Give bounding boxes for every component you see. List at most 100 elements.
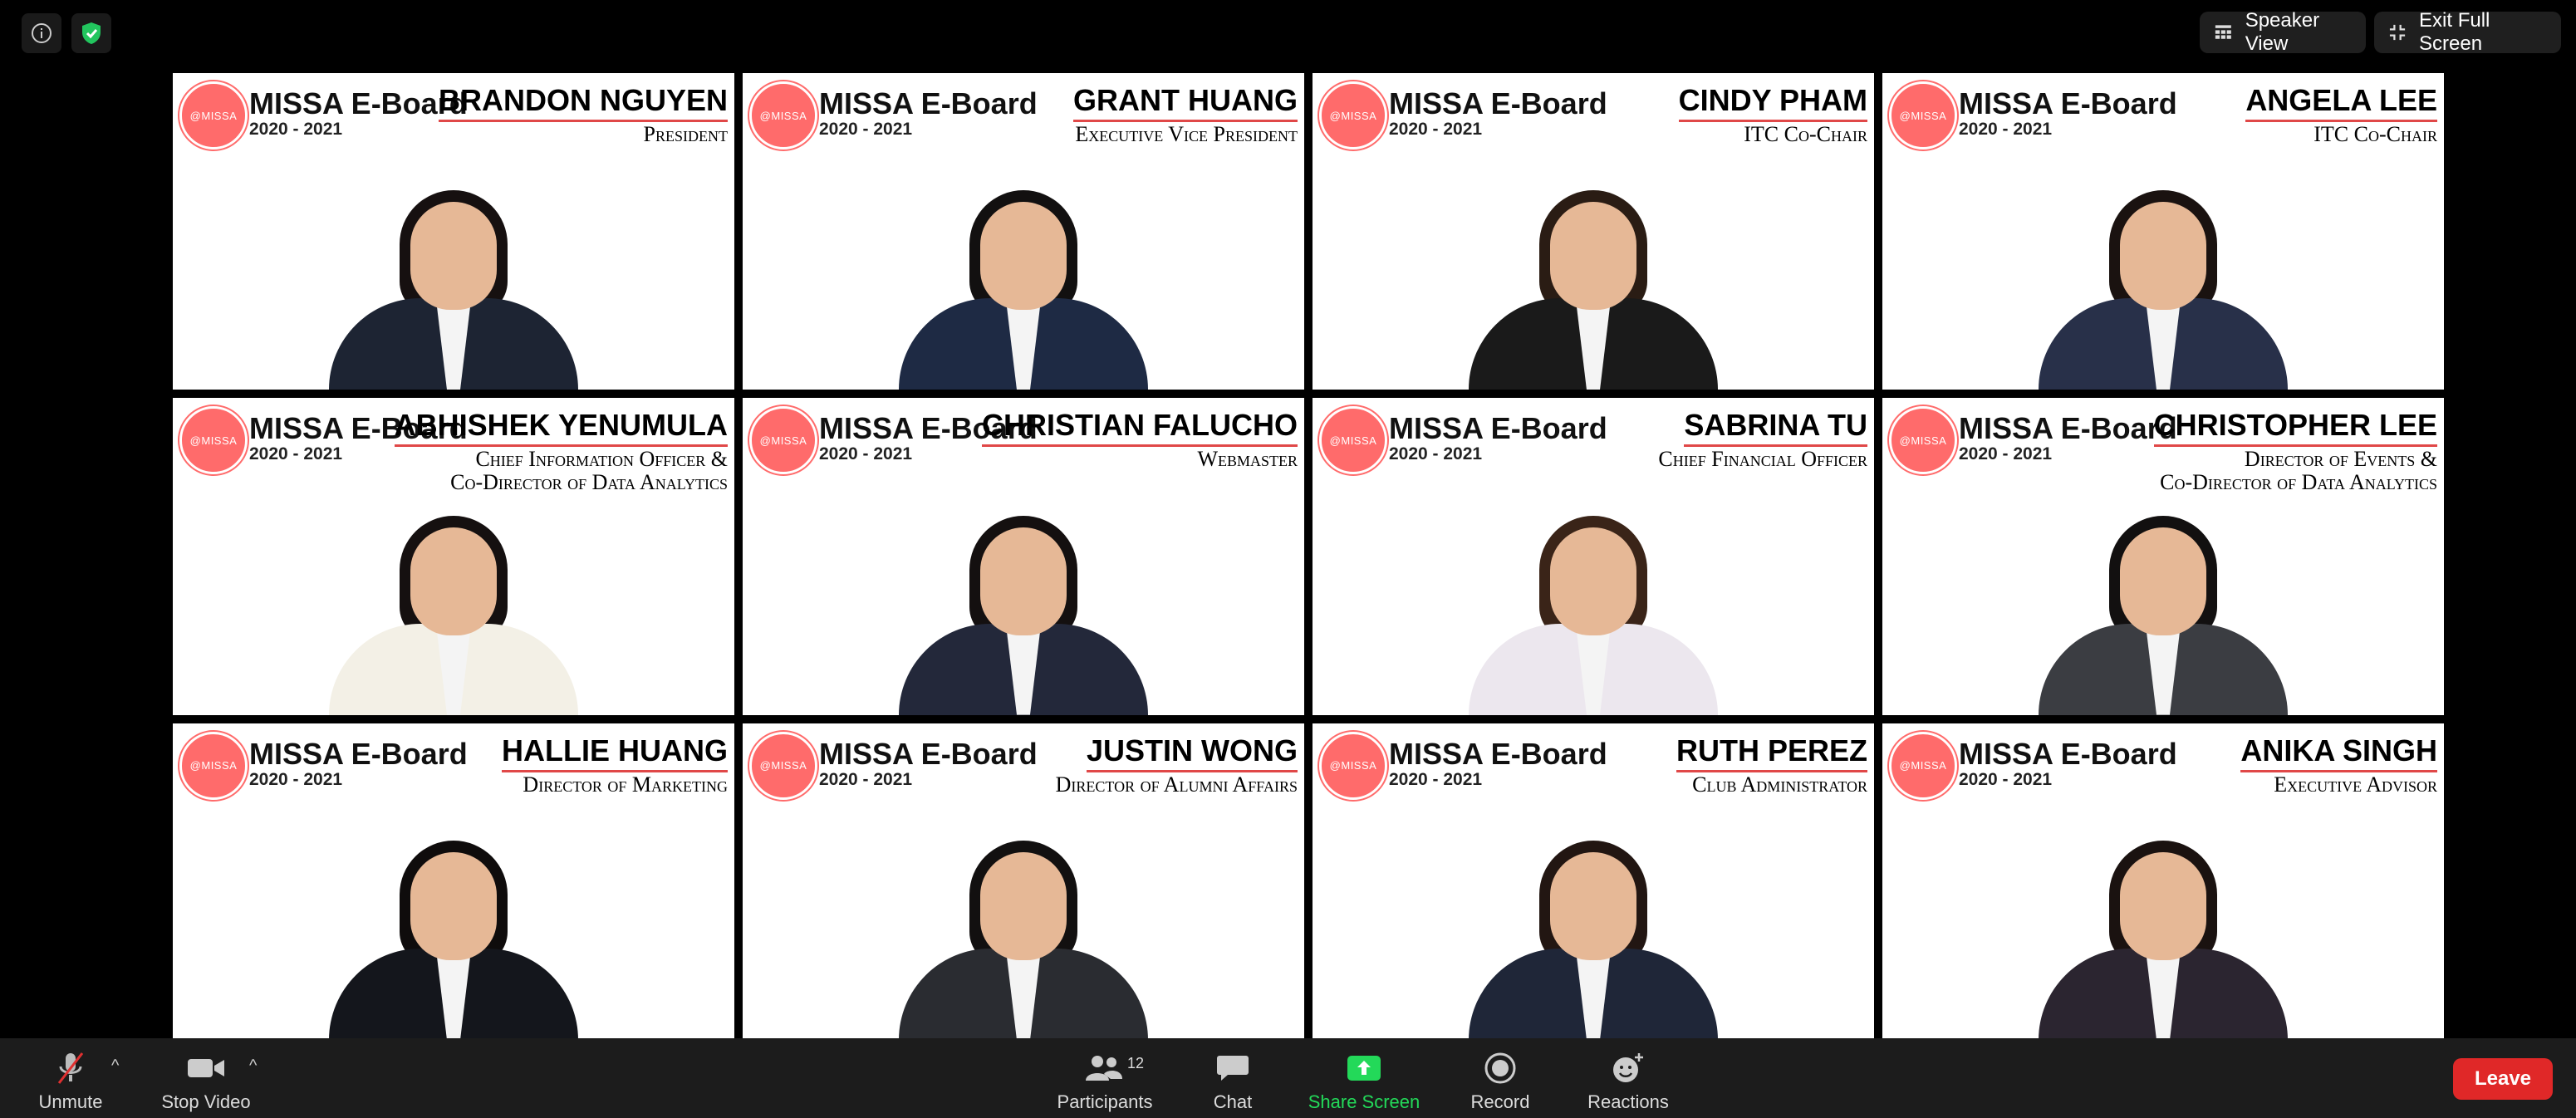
role-line: Director of Alumni Affairs (1055, 772, 1298, 797)
missa-logo: @MISSA (749, 81, 817, 150)
microphone-muted-icon (57, 1052, 84, 1084)
member-name: ABHISHEK YENUMULA (394, 408, 728, 448)
info-button[interactable] (22, 13, 61, 53)
reactions-icon (1613, 1053, 1643, 1082)
share-screen-button[interactable]: Share Screen (1306, 1043, 1422, 1113)
member-role: Executive Vice President (1075, 123, 1298, 146)
leave-button[interactable]: Leave (2453, 1058, 2553, 1100)
org-title: MISSA E-Board (1389, 86, 1607, 120)
security-button[interactable] (71, 13, 111, 53)
participants-label: Participants (1057, 1091, 1153, 1112)
participant-video (2030, 832, 2296, 1040)
term-years: 2020 - 2021 (249, 769, 343, 789)
video-tile[interactable]: @MISSA MISSA E-Board 2020 - 2021 ANGELA LEE… (1882, 73, 2444, 390)
member-name: CHRISTIAN FALUCHO (982, 408, 1298, 448)
missa-logo: @MISSA (749, 731, 817, 800)
member-name: BRANDON NGUYEN (438, 83, 728, 122)
video-tile[interactable]: @MISSA MISSA E-Board 2020 - 2021 HALLIE HUA… (173, 723, 734, 1040)
term-years: 2020 - 2021 (249, 444, 343, 464)
member-role: Chief Information Officer & Co-Director o… (450, 448, 728, 494)
participant-video (1460, 508, 1726, 715)
participant-video (891, 832, 1156, 1040)
term-years: 2020 - 2021 (819, 769, 913, 789)
member-name: ANGELA LEE (2245, 83, 2437, 122)
gallery-grid: @MISSA MISSA E-Board 2020 - 2021 BRANDON NG… (173, 73, 2444, 1040)
member-role: Club Administrator (1692, 772, 1867, 797)
member-name: CHRISTOPHER LEE (2153, 408, 2437, 448)
video-tile[interactable]: @MISSA MISSA E-Board 2020 - 2021 CHRISTIAN … (743, 398, 1304, 715)
role-line: President (643, 122, 728, 146)
video-tile[interactable]: @MISSA MISSA E-Board 2020 - 2021 JUSTIN WON… (743, 723, 1304, 1040)
video-tile[interactable]: @MISSA MISSA E-Board 2020 - 2021 SABRINA TU… (1313, 398, 1874, 715)
unmute-button[interactable]: Unmute (33, 1043, 108, 1113)
participant-video (2030, 508, 2296, 715)
participants-icon (1086, 1056, 1122, 1081)
speaker-view-label: Speaker View (2245, 9, 2320, 55)
org-title: MISSA E-Board (249, 736, 468, 771)
role-line: Chief Information Officer & (475, 447, 728, 472)
missa-logo: @MISSA (179, 81, 248, 150)
share-screen-icon (1347, 1056, 1381, 1081)
exit-fullscreen-icon (2389, 24, 2406, 41)
unmute-label: Unmute (38, 1091, 103, 1112)
video-tile[interactable]: @MISSA MISSA E-Board 2020 - 2021 ANIKA SING… (1882, 723, 2444, 1040)
member-role: Chief Financial Officer (1658, 448, 1867, 471)
org-title: MISSA E-Board (819, 736, 1038, 771)
stop-video-button[interactable]: Stop Video (155, 1043, 258, 1113)
participant-video (321, 182, 586, 390)
video-tile[interactable]: @MISSA MISSA E-Board 2020 - 2021 ABHISHEK Y… (173, 398, 734, 715)
video-camera-icon (188, 1059, 224, 1077)
chat-button[interactable]: Chat (1208, 1043, 1258, 1113)
member-role: Webmaster (1197, 448, 1298, 471)
role-line: Co-Director of Data Analytics (2160, 470, 2437, 495)
role-line: Webmaster (1197, 447, 1298, 472)
participants-button[interactable]: Participants (1052, 1043, 1158, 1113)
member-role: ITC Co-Chair (1744, 123, 1867, 146)
member-name: JUSTIN WONG (1086, 733, 1298, 772)
missa-logo: @MISSA (1319, 81, 1387, 150)
exit-full-screen-button[interactable]: Exit Full Screen (2374, 9, 2561, 55)
missa-logo: @MISSA (1319, 406, 1387, 475)
participant-video (891, 508, 1156, 715)
role-line: Club Administrator (1692, 772, 1867, 797)
member-name: CINDY PHAM (1678, 83, 1867, 122)
missa-logo: @MISSA (1319, 731, 1387, 800)
participants-count: 12 (1127, 1055, 1145, 1071)
role-line: ITC Co-Chair (2313, 122, 2437, 146)
reactions-button[interactable]: Reactions (1583, 1043, 1673, 1113)
chat-bubble-icon (1217, 1056, 1249, 1081)
video-tile[interactable]: @MISSA MISSA E-Board 2020 - 2021 CINDY PHAM… (1313, 73, 1874, 390)
missa-logo: @MISSA (749, 406, 817, 475)
participant-video (1460, 182, 1726, 390)
term-years: 2020 - 2021 (1389, 120, 1483, 139)
member-name: ANIKA SINGH (2240, 733, 2437, 772)
role-line: Chief Financial Officer (1658, 447, 1867, 472)
video-options-caret[interactable]: ^ (249, 1057, 257, 1076)
video-tile[interactable]: @MISSA MISSA E-Board 2020 - 2021 BRANDON NG… (173, 73, 734, 390)
share-screen-label: Share Screen (1308, 1091, 1420, 1112)
org-title: MISSA E-Board (1959, 86, 2177, 120)
missa-logo: @MISSA (1889, 81, 1957, 150)
video-tile[interactable]: @MISSA MISSA E-Board 2020 - 2021 GRANT HUAN… (743, 73, 1304, 390)
role-line: Co-Director of Data Analytics (450, 470, 728, 495)
reactions-label: Reactions (1587, 1091, 1669, 1112)
speaker-view-button[interactable]: Speaker View (2200, 9, 2366, 55)
term-years: 2020 - 2021 (1959, 444, 2053, 464)
participant-video (2030, 182, 2296, 390)
chat-label: Chat (1213, 1091, 1253, 1112)
record-button[interactable]: Record (1467, 1043, 1533, 1113)
exit-full-screen-label: Exit Full Screen (2419, 9, 2490, 55)
meeting-controls-bar: Unmute ^ Stop Video ^ Participants 12 Ch… (0, 1038, 2576, 1118)
video-tile[interactable]: @MISSA MISSA E-Board 2020 - 2021 RUTH PEREZ… (1313, 723, 1874, 1040)
member-name: SABRINA TU (1684, 408, 1867, 448)
term-years: 2020 - 2021 (249, 120, 343, 139)
role-line: Director of Marketing (523, 772, 728, 797)
member-role: Director of Marketing (523, 772, 728, 797)
role-line: ITC Co-Chair (1744, 122, 1867, 146)
shield-check-icon (82, 22, 101, 44)
video-tile[interactable]: @MISSA MISSA E-Board 2020 - 2021 CHRISTOPHE… (1882, 398, 2444, 715)
term-years: 2020 - 2021 (1389, 769, 1483, 789)
audio-options-caret[interactable]: ^ (111, 1057, 119, 1076)
record-label: Record (1470, 1091, 1530, 1112)
term-years: 2020 - 2021 (819, 444, 913, 464)
